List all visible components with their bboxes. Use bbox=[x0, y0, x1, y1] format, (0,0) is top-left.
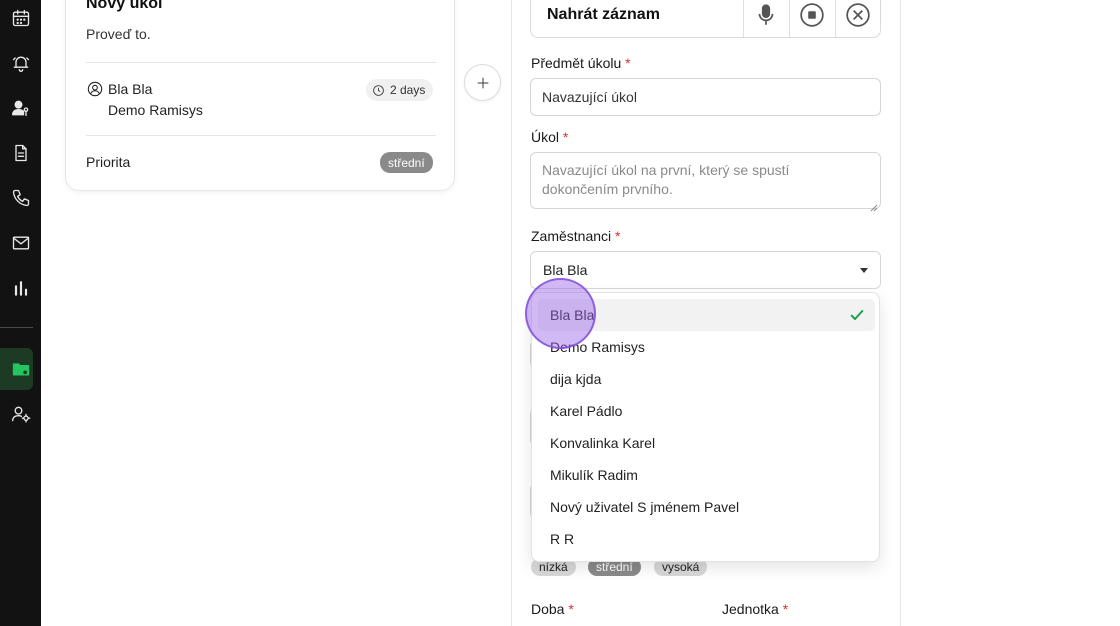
employees-label: Zaměstnanci * bbox=[531, 228, 621, 244]
subject-label-text: Předmět úkolu bbox=[531, 55, 622, 71]
task-card-assignee: Demo Ramisys bbox=[108, 102, 203, 118]
task-label: Úkol * bbox=[531, 129, 568, 145]
folder-settings-icon[interactable] bbox=[0, 349, 41, 389]
stop-button[interactable] bbox=[797, 0, 827, 30]
calendar-icon[interactable] bbox=[0, 0, 41, 38]
dropdown-option[interactable]: dija kjda bbox=[538, 363, 875, 395]
unit-label-text: Jednotka bbox=[722, 601, 779, 617]
dropdown-option[interactable]: R R bbox=[538, 523, 875, 555]
record-separator bbox=[743, 0, 744, 37]
required-mark: * bbox=[562, 129, 569, 145]
required-mark: * bbox=[615, 228, 621, 244]
bar-chart-icon[interactable] bbox=[0, 268, 41, 308]
priority-badge: střední bbox=[380, 152, 433, 173]
dropdown-option[interactable]: Konvalinka Karel bbox=[538, 427, 875, 459]
priority-label: Priorita bbox=[86, 154, 131, 170]
cancel-record-button[interactable] bbox=[843, 0, 873, 30]
dropdown-option[interactable]: Demo Ramisys bbox=[538, 331, 875, 363]
microphone-button[interactable] bbox=[751, 0, 781, 30]
duration-text: 2 days bbox=[390, 83, 426, 97]
close-circle-icon bbox=[846, 3, 870, 27]
resize-handle-icon[interactable] bbox=[870, 198, 878, 212]
user-key-icon[interactable] bbox=[0, 88, 41, 128]
dropdown-option-label: Bla Bla bbox=[550, 307, 595, 323]
subject-label: Předmět úkolu * bbox=[531, 55, 631, 71]
bell-icon[interactable] bbox=[0, 43, 41, 83]
card-divider bbox=[86, 62, 436, 63]
record-title: Nahrát záznam bbox=[547, 6, 660, 23]
task-textarea-placeholder: Navazující úkol na první, který se spust… bbox=[542, 162, 790, 197]
mail-icon[interactable] bbox=[0, 223, 41, 263]
sidebar-divider bbox=[0, 327, 33, 328]
app-root: Nový úkol Proveď to. Bla Bla Demo Ramisy… bbox=[0, 0, 1120, 626]
employees-label-text: Zaměstnanci bbox=[531, 228, 612, 244]
task-card-assignee: Bla Bla bbox=[108, 81, 153, 97]
subject-input[interactable]: Navazující úkol bbox=[530, 78, 881, 116]
dropdown-option[interactable]: Mikulík Radim bbox=[538, 459, 875, 491]
stop-icon bbox=[800, 3, 824, 27]
sidebar bbox=[0, 0, 41, 626]
unit-label: Jednotka * bbox=[722, 601, 788, 617]
record-separator bbox=[835, 0, 836, 37]
duration-badge: 2 days bbox=[366, 79, 434, 101]
dropdown-option[interactable]: Karel Pádlo bbox=[538, 395, 875, 427]
task-textarea[interactable]: Navazující úkol na první, který se spust… bbox=[530, 152, 881, 212]
add-task-button[interactable] bbox=[464, 64, 501, 101]
employees-select-value: Bla Bla bbox=[543, 262, 588, 278]
required-mark: * bbox=[568, 601, 574, 617]
document-icon[interactable] bbox=[0, 133, 41, 173]
record-bar: Nahrát záznam bbox=[530, 0, 881, 38]
duration-label: Doba * bbox=[531, 601, 574, 617]
phone-icon[interactable] bbox=[0, 178, 41, 218]
duration-label-text: Doba bbox=[531, 601, 565, 617]
dropdown-option[interactable]: Bla Bla bbox=[538, 299, 875, 331]
employees-select[interactable]: Bla Bla bbox=[530, 251, 881, 289]
dropdown-option[interactable]: Nový uživatel S jménem Pavel bbox=[538, 491, 875, 523]
subject-input-value: Navazující úkol bbox=[542, 89, 637, 105]
user-settings-icon[interactable] bbox=[0, 394, 41, 434]
task-label-text: Úkol bbox=[531, 129, 560, 145]
plus-icon bbox=[477, 77, 488, 88]
required-mark: * bbox=[782, 601, 789, 617]
clock-icon bbox=[373, 84, 384, 96]
person-circle-icon bbox=[87, 81, 103, 97]
task-card-title: Nový úkol bbox=[86, 0, 163, 12]
card-divider bbox=[86, 135, 436, 136]
check-icon bbox=[849, 307, 865, 323]
microphone-icon bbox=[758, 4, 774, 25]
task-card[interactable]: Nový úkol Proveď to. Bla Bla Demo Ramisy… bbox=[65, 0, 455, 191]
task-card-description: Proveď to. bbox=[86, 26, 151, 42]
employees-dropdown: Bla Bla Demo Ramisys dija kjda Karel Pád… bbox=[531, 292, 880, 562]
required-mark: * bbox=[625, 55, 631, 71]
caret-down-icon bbox=[860, 268, 868, 273]
record-separator bbox=[789, 0, 790, 37]
